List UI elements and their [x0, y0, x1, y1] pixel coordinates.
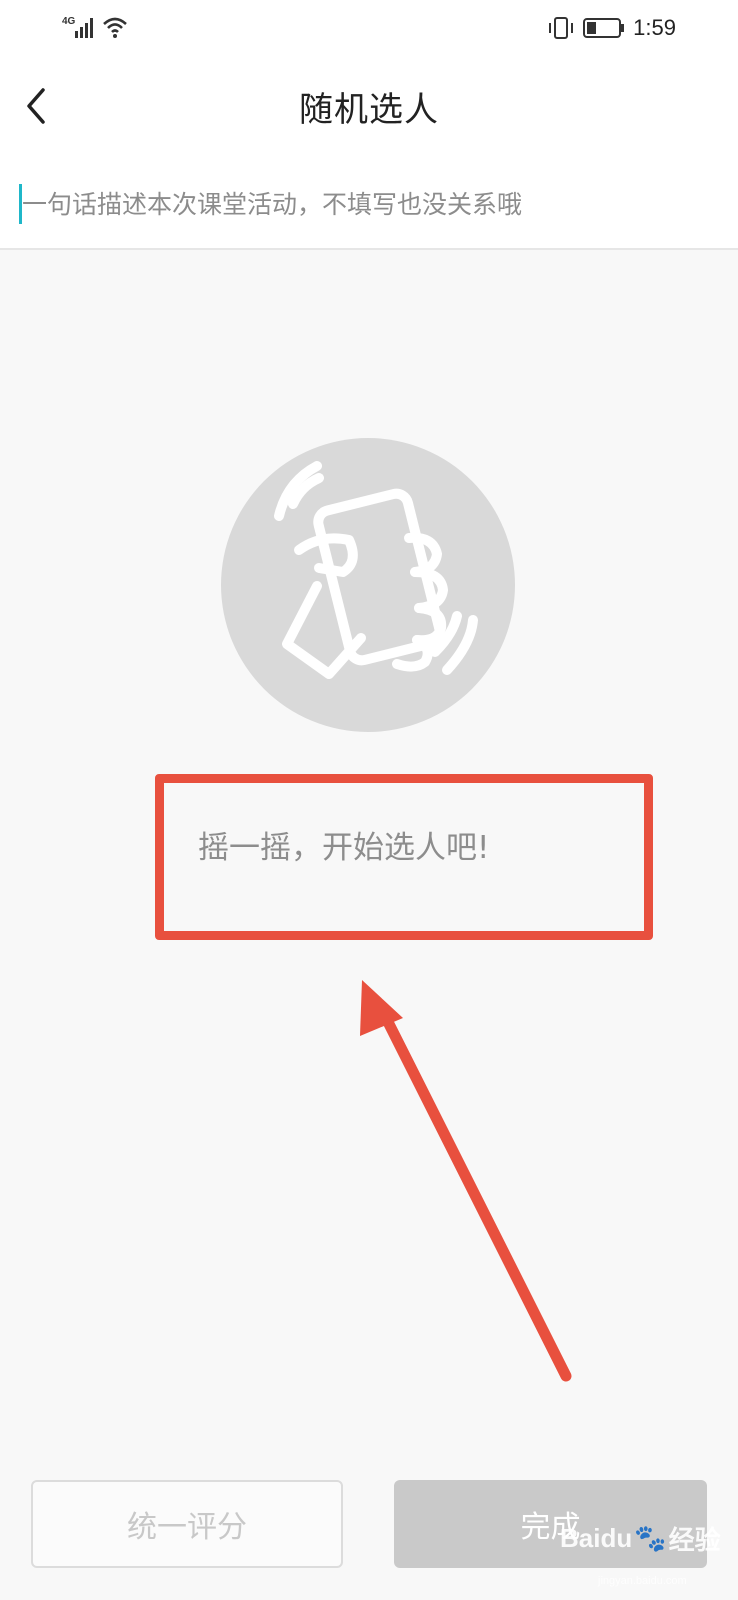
wifi-icon [103, 17, 127, 38]
app-header: 随机选人 [0, 56, 738, 168]
watermark-text: 经验 [668, 1525, 721, 1555]
watermark-url: jingyan.baidu.com [598, 1575, 687, 1587]
annotation-highlight-box [155, 774, 653, 940]
battery-icon [583, 18, 625, 38]
watermark-brand: Baidu [560, 1523, 633, 1553]
status-bar: 4G 1:59 [0, 0, 738, 56]
network-indicators: 4G [62, 14, 132, 40]
paw-icon: 🐾 [634, 1523, 667, 1553]
clock: 1:59 [633, 15, 676, 40]
activity-description-input[interactable] [22, 178, 702, 230]
unified-score-button[interactable]: 统一评分 [31, 1480, 343, 1568]
shake-illustration [221, 438, 515, 732]
vibrate-icon [549, 17, 574, 39]
signal-icon: 4G [62, 16, 127, 38]
shake-phone-icon [274, 461, 478, 679]
description-bar [0, 168, 738, 250]
baidu-watermark: Baidu 🐾 经验 [560, 1520, 721, 1557]
svg-text:4G: 4G [62, 16, 76, 27]
page-title: 随机选人 [299, 90, 439, 130]
system-indicators: 1:59 [547, 14, 676, 42]
